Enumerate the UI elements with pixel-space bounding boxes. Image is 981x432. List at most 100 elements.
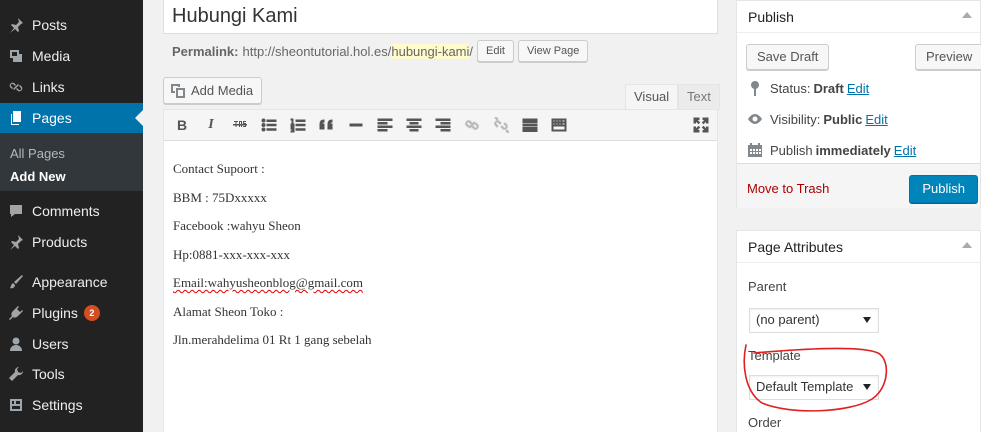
submenu-all-pages[interactable]: All Pages bbox=[10, 146, 65, 161]
edit-publish-time-link[interactable]: Edit bbox=[894, 143, 916, 158]
parent-label: Parent bbox=[748, 279, 787, 294]
template-select[interactable]: Default Template bbox=[749, 375, 879, 400]
content-line: BBM : 75Dxxxxx bbox=[173, 189, 267, 205]
permalink-base: http://sheontutorial.hol.es/ bbox=[242, 43, 392, 59]
admin-sidebar: Posts Media Links Pages All Pages Add Ne… bbox=[0, 0, 143, 432]
dropdown-caret-icon bbox=[863, 317, 871, 323]
pin-icon bbox=[747, 80, 763, 96]
unlink-icon[interactable] bbox=[491, 115, 511, 135]
edit-status-link[interactable]: Edit bbox=[847, 81, 869, 96]
insert-link-icon[interactable] bbox=[462, 115, 482, 135]
status-row: Status: Draft Edit bbox=[747, 80, 869, 96]
numbered-list-icon[interactable] bbox=[288, 115, 308, 135]
users-icon bbox=[8, 336, 24, 352]
visibility-row: Visibility: Public Edit bbox=[747, 111, 888, 127]
content-line: Contact Supoort : bbox=[173, 161, 265, 176]
align-right-icon[interactable] bbox=[433, 115, 453, 135]
permalink-end: / bbox=[469, 43, 474, 59]
comment-icon bbox=[8, 203, 24, 219]
publish-box-header[interactable]: Publish bbox=[737, 1, 980, 33]
content-line: Email:wahyusheonblog@gmail.com bbox=[173, 275, 363, 290]
template-label: Template bbox=[748, 348, 801, 363]
eye-icon bbox=[747, 111, 763, 127]
sidebar-item-label: Media bbox=[32, 48, 71, 64]
sidebar-item-users[interactable]: Users bbox=[0, 329, 143, 359]
add-media-label: Add Media bbox=[191, 83, 254, 98]
align-center-icon[interactable] bbox=[404, 115, 424, 135]
horizontal-line-icon[interactable] bbox=[346, 115, 366, 135]
plugin-update-badge: 2 bbox=[83, 305, 100, 321]
order-label: Order bbox=[748, 415, 782, 430]
sidebar-item-comments[interactable]: Comments bbox=[0, 196, 143, 226]
link-icon bbox=[8, 79, 24, 95]
sidebar-item-products[interactable]: Products bbox=[0, 227, 143, 257]
tab-visual[interactable]: Visual bbox=[625, 84, 679, 110]
content-line: Jln.merahdelima 01 Rt 1 gang sebelah bbox=[173, 332, 372, 347]
edit-permalink-button[interactable]: Edit bbox=[477, 40, 514, 62]
sidebar-item-tools[interactable]: Tools bbox=[0, 359, 143, 389]
post-title-input[interactable]: Hubungi Kami bbox=[163, 0, 718, 34]
page-attributes-header[interactable]: Page Attributes bbox=[737, 231, 980, 263]
sidebar-item-media[interactable]: Media bbox=[0, 41, 143, 71]
publish-time-row: Publish immediately Edit bbox=[747, 142, 916, 158]
pages-submenu: All Pages Add New bbox=[0, 133, 143, 191]
collapse-arrow-icon[interactable] bbox=[962, 12, 972, 18]
publish-box: Publish Save Draft Preview Status: Draft E… bbox=[736, 0, 981, 208]
settings-icon bbox=[8, 397, 24, 413]
editor-toolbar: B I bbox=[164, 110, 717, 141]
blockquote-icon[interactable] bbox=[317, 115, 337, 135]
content-line: Hp:0881-xxx-xxx-xxx bbox=[173, 246, 290, 262]
editor-content[interactable]: Contact Supoort : BBM : 75Dxxxxx Faceboo… bbox=[164, 141, 717, 381]
read-more-icon[interactable] bbox=[520, 115, 540, 135]
sidebar-item-settings[interactable]: Settings bbox=[0, 390, 143, 420]
permalink-slug[interactable]: hubungi-kami bbox=[391, 43, 470, 59]
calendar-icon bbox=[747, 142, 763, 158]
view-page-button[interactable]: View Page bbox=[518, 40, 589, 62]
sidebar-item-plugins[interactable]: Plugins 2 bbox=[0, 298, 143, 328]
align-left-icon[interactable] bbox=[375, 115, 395, 135]
sidebar-item-pages[interactable]: Pages bbox=[0, 103, 143, 133]
submenu-add-new[interactable]: Add New bbox=[10, 169, 66, 184]
pushpin-icon bbox=[8, 17, 24, 33]
dropdown-caret-icon bbox=[863, 384, 871, 390]
media-icon bbox=[8, 48, 24, 64]
sidebar-item-appearance[interactable]: Appearance bbox=[0, 267, 143, 297]
sidebar-item-label: Settings bbox=[32, 397, 83, 413]
publish-box-title: Publish bbox=[748, 9, 794, 25]
strikethrough-icon[interactable] bbox=[230, 115, 250, 135]
collapse-arrow-icon[interactable] bbox=[962, 242, 972, 248]
content-line: Facebook :wahyu Sheon bbox=[173, 218, 301, 233]
bold-icon[interactable]: B bbox=[172, 115, 192, 135]
tab-text[interactable]: Text bbox=[678, 84, 720, 110]
sidebar-item-label: Appearance bbox=[32, 274, 108, 290]
sidebar-item-posts[interactable]: Posts bbox=[0, 10, 143, 40]
wrench-icon bbox=[8, 366, 24, 382]
parent-select[interactable]: (no parent) bbox=[749, 308, 879, 333]
edit-visibility-link[interactable]: Edit bbox=[865, 112, 887, 127]
bullet-list-icon[interactable] bbox=[259, 115, 279, 135]
move-to-trash-link[interactable]: Move to Trash bbox=[747, 181, 829, 196]
sidebar-item-label: Links bbox=[32, 79, 65, 95]
add-media-icon bbox=[170, 83, 186, 99]
sidebar-item-label: Posts bbox=[32, 17, 68, 33]
permalink-label: Permalink: bbox=[172, 43, 239, 59]
sidebar-item-label: Users bbox=[32, 336, 69, 352]
preview-button[interactable]: Preview bbox=[915, 44, 981, 70]
current-menu-arrow bbox=[135, 110, 143, 126]
italic-icon[interactable]: I bbox=[201, 115, 221, 135]
content-line: Alamat Sheon Toko : bbox=[173, 303, 284, 319]
sidebar-item-label: Pages bbox=[32, 110, 72, 126]
permalink-row: Permalink: http://sheontutorial.hol.es/h… bbox=[172, 40, 589, 62]
save-draft-button[interactable]: Save Draft bbox=[746, 44, 830, 70]
add-media-button[interactable]: Add Media bbox=[163, 77, 263, 104]
plugin-icon bbox=[8, 305, 24, 321]
pages-icon bbox=[8, 110, 24, 126]
fullscreen-icon[interactable] bbox=[691, 115, 711, 135]
sidebar-item-label: Plugins bbox=[32, 305, 78, 321]
publish-actions: Move to Trash Publish bbox=[737, 163, 980, 208]
sidebar-item-label: Tools bbox=[32, 366, 65, 382]
sidebar-item-label: Comments bbox=[32, 203, 100, 219]
publish-button[interactable]: Publish bbox=[909, 175, 978, 203]
sidebar-item-links[interactable]: Links bbox=[0, 72, 143, 102]
toolbar-toggle-icon[interactable] bbox=[549, 115, 569, 135]
